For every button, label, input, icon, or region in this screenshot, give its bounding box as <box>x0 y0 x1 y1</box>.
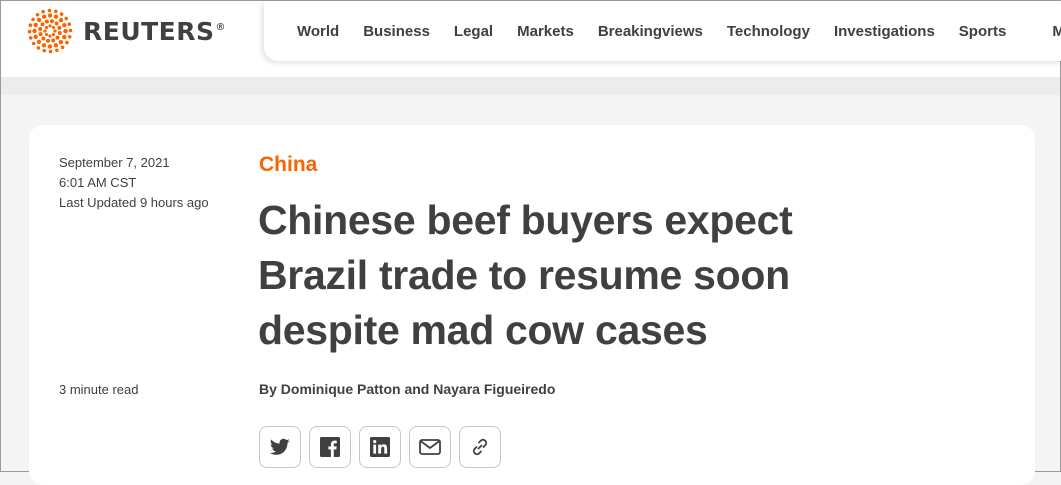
logo-dot <box>36 46 41 50</box>
read-time: 3 minute read <box>59 382 139 397</box>
email-icon <box>419 439 441 455</box>
link-icon <box>472 438 488 456</box>
logo-dot <box>42 48 47 53</box>
logo-dot <box>53 14 59 19</box>
logo-dot <box>38 32 43 37</box>
share-link-button[interactable] <box>459 426 501 468</box>
logo-dot <box>32 28 37 34</box>
logo-dot <box>40 22 45 27</box>
logo-dot <box>59 12 64 16</box>
logo-dot <box>31 41 36 46</box>
publish-date: September 7, 2021 <box>59 155 170 170</box>
subheader-strip <box>1 77 1060 95</box>
reuters-logo-icon <box>27 8 73 54</box>
logo-dot <box>33 22 38 28</box>
logo-dot <box>67 34 72 39</box>
logo-dot <box>38 27 43 32</box>
logo-dot <box>55 48 59 53</box>
logo-dot <box>60 45 65 50</box>
logo-dot <box>48 24 52 28</box>
logo-dot <box>36 17 42 23</box>
logo-dot <box>43 29 47 33</box>
logo-dot <box>33 34 38 40</box>
main-nav: World Business Legal Markets Breakingvie… <box>264 1 1061 61</box>
logo-dot <box>49 19 54 24</box>
logo-dot <box>57 25 62 30</box>
logo-dot <box>48 34 52 38</box>
logo-dot <box>51 25 56 30</box>
logo-dot <box>48 49 53 54</box>
logo-dot <box>53 29 57 33</box>
logo-dot <box>28 36 33 40</box>
logo-dot <box>41 43 47 48</box>
logo-dot <box>54 21 59 26</box>
nav-world[interactable]: World <box>264 23 351 40</box>
nav-legal[interactable]: Legal <box>442 23 505 40</box>
brand-name: REUTERS® <box>83 16 227 46</box>
logo-dot <box>53 9 58 14</box>
logo-dot <box>47 13 53 18</box>
logo-dot <box>44 25 49 30</box>
share-linkedin-button[interactable] <box>359 426 401 468</box>
logo-dot <box>27 29 32 34</box>
logo-dot <box>64 16 69 21</box>
logo-dot <box>46 38 51 43</box>
article-headline: Chinese beef buyers expect Brazil trade … <box>258 197 793 353</box>
logo-dot <box>62 22 67 28</box>
logo-dot <box>68 28 73 33</box>
nav-breakingviews[interactable]: Breakingviews <box>586 23 715 40</box>
share-email-button[interactable] <box>409 426 451 468</box>
logo-dot <box>35 12 40 17</box>
publish-time: 6:01 AM CST <box>59 175 137 190</box>
logo-dot <box>41 9 45 14</box>
share-bar <box>259 426 501 468</box>
facebook-icon <box>320 437 340 457</box>
article-byline: By Dominique Patton and Nayara Figueired… <box>259 381 556 397</box>
twitter-icon <box>270 438 290 455</box>
logo-dot <box>58 17 64 23</box>
logo-dot <box>62 34 67 40</box>
share-facebook-button[interactable] <box>309 426 351 468</box>
share-twitter-button[interactable] <box>259 426 301 468</box>
nav-more[interactable]: More <box>1030 23 1061 40</box>
last-updated: Last Updated 9 hours ago <box>59 195 209 210</box>
nav-investigations[interactable]: Investigations <box>822 23 947 40</box>
logo-dot <box>31 17 35 22</box>
registered-mark: ® <box>215 22 227 34</box>
logo-dot <box>51 38 56 43</box>
nav-markets[interactable]: Markets <box>505 23 586 40</box>
reuters-logo[interactable]: REUTERS® <box>27 8 227 54</box>
logo-dot <box>44 32 49 37</box>
logo-dot <box>51 32 56 37</box>
logo-dot <box>55 35 60 40</box>
nav-business[interactable]: Business <box>351 23 442 40</box>
logo-dot <box>47 8 52 13</box>
section-kicker[interactable]: China <box>259 153 317 177</box>
logo-dot <box>53 43 59 48</box>
logo-dot <box>44 19 49 24</box>
logo-dot <box>65 40 69 45</box>
logo-dot <box>63 28 68 34</box>
logo-dot <box>36 39 42 45</box>
nav-sports[interactable]: Sports <box>947 23 1019 40</box>
logo-dot <box>67 22 72 26</box>
logo-dot <box>41 36 46 41</box>
logo-dot <box>57 30 62 35</box>
nav-technology[interactable]: Technology <box>715 23 822 40</box>
logo-dot <box>28 23 33 28</box>
logo-dot <box>41 14 47 19</box>
article-card: September 7, 2021 6:01 AM CST Last Updat… <box>29 125 1035 485</box>
article-meta: September 7, 2021 6:01 AM CST Last Updat… <box>59 153 209 213</box>
logo-dot <box>47 44 53 49</box>
linkedin-icon <box>370 437 390 457</box>
logo-dot <box>58 39 64 45</box>
